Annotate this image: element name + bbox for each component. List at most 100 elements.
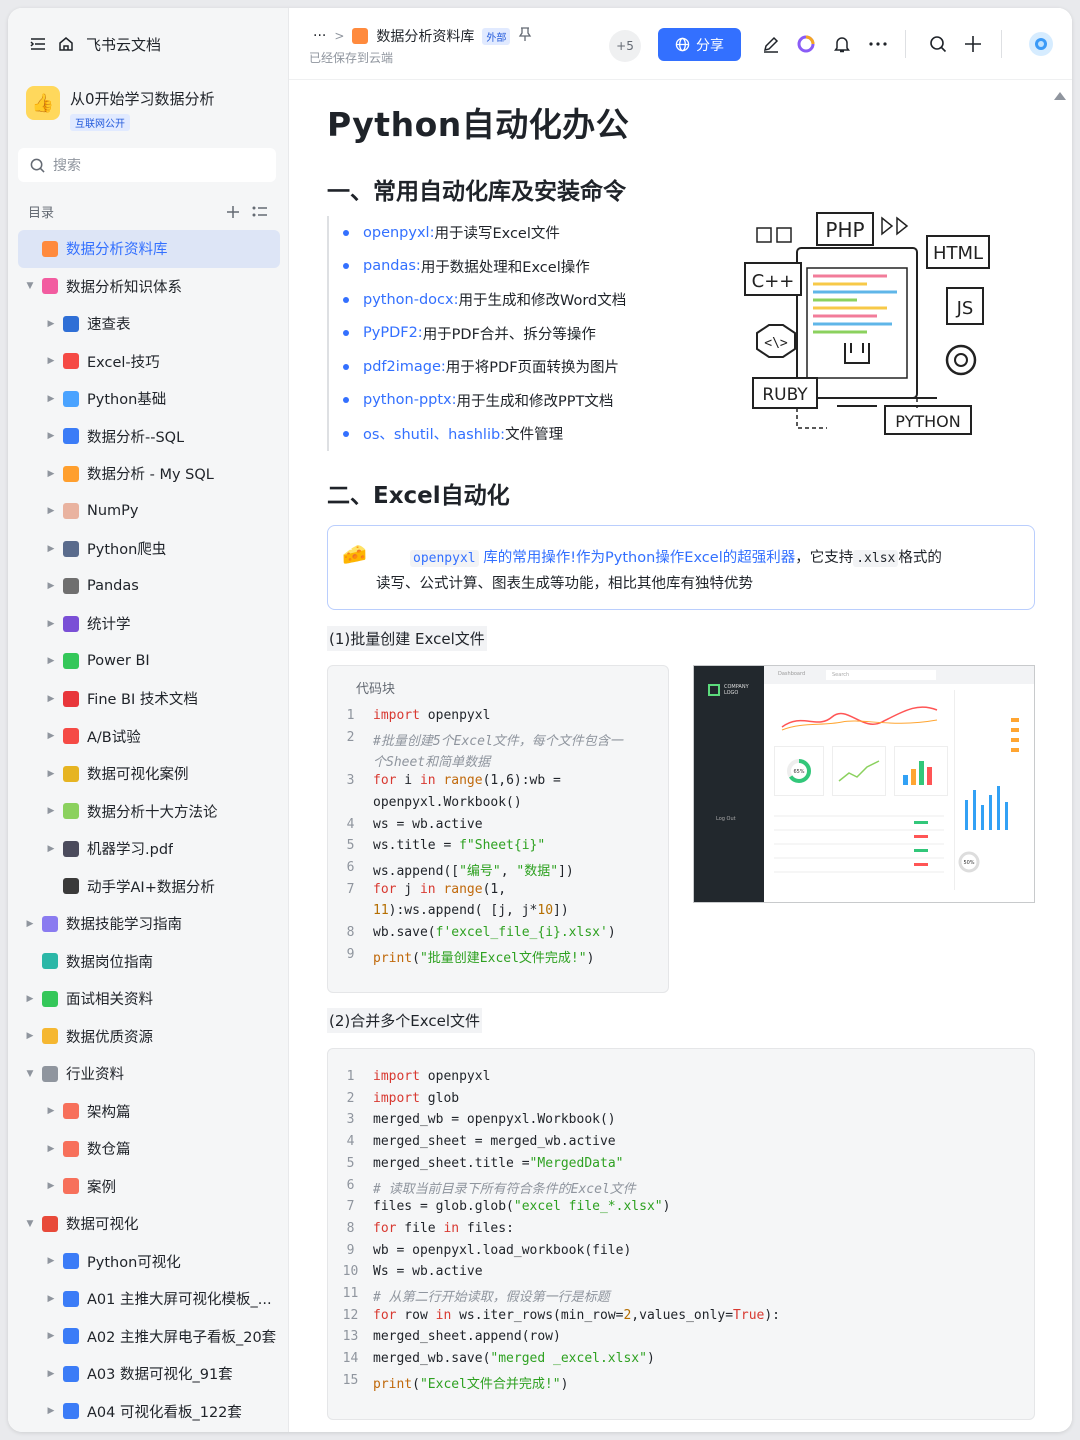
sidebar-item[interactable]: ▶ 案例 [18,1168,280,1206]
sidebar-item[interactable]: ▶ Python基础 [18,380,280,418]
chevron-right-icon[interactable]: ▶ [43,356,59,366]
sidebar-item[interactable]: ▶ Pandas [18,568,280,606]
chevron-right-icon[interactable]: ▶ [43,1294,59,1304]
chevron-right-icon[interactable]: ▶ [43,469,59,479]
sidebar-item[interactable]: ▶ 架构篇 [18,1093,280,1131]
chevron-right-icon[interactable]: ▶ [43,694,59,704]
new-doc-icon[interactable] [961,32,985,56]
chevron-right-icon[interactable]: ▶ [43,1369,59,1379]
chevron-right-icon[interactable]: ▶ [43,544,59,554]
share-button[interactable]: 分享 [658,28,741,61]
sidebar-item[interactable]: 数据分析资料库 [18,230,280,268]
search-doc-icon[interactable] [926,32,950,56]
code-token: merged_wb.save( [373,1351,491,1367]
chevron-right-icon[interactable]: ▶ [43,1106,59,1116]
sidebar-item[interactable]: ▶ 数据可视化案例 [18,755,280,793]
sidebar-item[interactable]: ▶ 数据分析十大方法论 [18,793,280,831]
sidebar-item[interactable]: ▶ 数仓篇 [18,1130,280,1168]
code-block-merge-files[interactable]: 1 import openpyxl 2 import glob 3 merged_wb =… [327,1048,1035,1420]
chevron-right-icon[interactable]: ▶ [43,319,59,329]
chevron-right-icon[interactable]: ▶ [43,731,59,741]
more-breadcrumb-button[interactable]: ··· [313,28,326,44]
line-number [328,795,373,810]
code-text: # 从第二行开始读取，假设第一行是标题 [373,1286,610,1305]
code-line: 9 wb = openpyxl.load_workbook(file) [328,1243,632,1258]
chevron-right-icon[interactable]: ▶ [22,1031,38,1041]
chevron-right-icon[interactable]: ▶ [43,1144,59,1154]
sidebar-item[interactable]: ▶ A01 主推大屏可视化模板_... [18,1280,280,1318]
sidebar-item[interactable]: ▶ Python爬虫 [18,530,280,568]
chevron-right-icon[interactable]: ▶ [43,431,59,441]
sidebar-item[interactable]: ▶ A/B试验 [18,718,280,756]
knowledge-base-header[interactable]: 👍 从0开始学习数据分析 互联网公开 [26,86,215,131]
pin-icon[interactable] [518,27,532,45]
chevron-right-icon[interactable]: ▶ [22,919,38,929]
sidebar-item[interactable]: 动手学AI+数据分析 [18,868,280,906]
add-icon[interactable] [226,205,240,219]
page-icon [42,915,58,932]
chevron-right-icon[interactable]: ▶ [43,1331,59,1341]
toc-tree: 数据分析资料库 ▼ 数据分析知识体系 ▶ 速查表 ▶ Excel-技巧 ▶ Python基础 ▶ 数… [18,230,280,1430]
chevron-down-icon[interactable]: ▼ [22,1219,38,1229]
list-settings-icon[interactable] [252,205,268,219]
chevron-right-icon[interactable]: ▶ [43,506,59,516]
sidebar-item[interactable]: ▶ 面试相关资料 [18,980,280,1018]
chevron-right-icon[interactable]: ▶ [43,1256,59,1266]
ai-assistant-icon[interactable] [794,32,818,56]
more-icon[interactable] [866,32,890,56]
sidebar-item[interactable]: ▼ 数据可视化 [18,1205,280,1243]
dashboard-body: Dashboard Search 65% 50% [764,666,1034,902]
sidebar-item[interactable]: ▶ 数据分析 - My SQL [18,455,280,493]
php-label: PHP [825,218,864,242]
chevron-down-icon[interactable]: ▼ [22,281,38,291]
user-avatar[interactable] [1029,32,1053,56]
scroll-up-arrow-icon[interactable] [1054,92,1066,100]
bell-icon[interactable] [830,32,854,56]
code-text: merged_sheet.append(row) [373,1329,561,1344]
doc-name[interactable]: 数据分析资料库 [376,26,474,46]
sidebar-item[interactable]: ▶ A04 可视化看板_122套 [18,1393,280,1431]
chevron-right-icon[interactable]: ▶ [43,806,59,816]
collapse-sidebar-icon[interactable] [30,37,46,51]
sidebar-item[interactable]: ▶ 机器学习.pdf [18,830,280,868]
sidebar-item[interactable]: ▼ 行业资料 [18,1055,280,1093]
callout-link[interactable]: 库的常用操作!作为Python操作Excel的超强利器 [479,550,795,566]
chevron-right-icon[interactable]: ▶ [43,581,59,591]
chevron-right-icon[interactable]: ▶ [43,1181,59,1191]
chevron-down-icon[interactable]: ▼ [22,1069,38,1079]
line-number: 15 [342,1372,359,1388]
chevron-right-icon[interactable]: ▶ [43,1406,59,1416]
chevron-right-icon[interactable]: ▶ [43,619,59,629]
sidebar-item[interactable]: ▶ Python可视化 [18,1243,280,1281]
collaborators-count[interactable]: +5 [609,30,641,62]
sidebar-item[interactable]: ▼ 数据分析知识体系 [18,268,280,306]
code-text: merged_sheet = merged_wb.active [373,1134,616,1149]
code-block-batch-create[interactable]: 代码块 1 import openpyxl 2 #批量创建5个Excel文件，每个文件… [327,665,669,993]
sidebar-item[interactable]: ▶ 统计学 [18,605,280,643]
chevron-right-icon[interactable]: ▶ [43,394,59,404]
sidebar-item[interactable]: ▶ Excel-技巧 [18,343,280,381]
sidebar-search-input[interactable]: 搜索 [18,148,276,182]
sidebar-item[interactable]: ▶ Power BI [18,643,280,681]
sidebar-item-label: 速查表 [87,317,131,334]
sidebar-item[interactable]: ▶ A03 数据可视化_91套 [18,1355,280,1393]
home-icon[interactable] [58,36,74,52]
chevron-right-icon[interactable]: ▶ [43,844,59,854]
subheading-merge-files: (2)合并多个Excel文件 [327,1008,482,1033]
sidebar-item[interactable]: ▶ 数据优质资源 [18,1018,280,1056]
sidebar-item[interactable]: ▶ A02 主推大屏电子看板_20套 [18,1318,280,1356]
sidebar-item[interactable]: ▶ Fine BI 技术文档 [18,680,280,718]
sidebar-item[interactable]: ▶ NumPy [18,493,280,531]
page-icon [63,690,79,707]
sidebar-item[interactable]: ▶ 数据技能学习指南 [18,905,280,943]
chevron-right-icon[interactable]: ▶ [22,994,38,1004]
home-link[interactable]: 飞书云文档 [86,34,161,55]
sidebar-item[interactable]: 数据岗位指南 [18,943,280,981]
code-token: for [373,881,397,897]
chevron-right-icon[interactable]: ▶ [43,769,59,779]
sidebar-item[interactable]: ▶ 速查表 [18,305,280,343]
sidebar-item[interactable]: ▶ 数据分析--SQL [18,418,280,456]
code-line: 5 ws.title = f"Sheet{i}" [328,838,546,853]
edit-icon[interactable] [759,32,783,56]
chevron-right-icon[interactable]: ▶ [43,656,59,666]
